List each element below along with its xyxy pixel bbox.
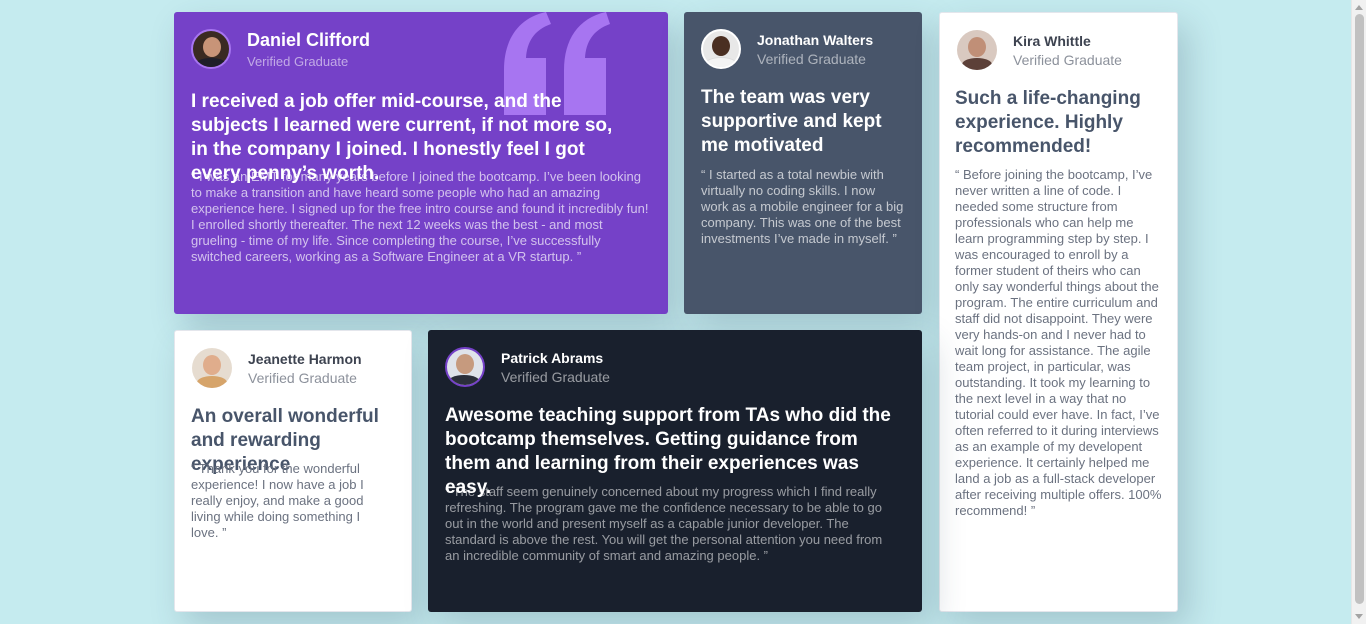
avatar: [445, 347, 485, 387]
author-daniel: Daniel Clifford Verified Graduate: [191, 29, 370, 69]
testimonial-headline: Such a life-changing experience. Highly …: [955, 88, 1141, 157]
testimonial-card-jonathan: Jonathan Walters Verified Graduate The t…: [684, 12, 922, 314]
author-jeanette: Jeanette Harmon Verified Graduate: [192, 348, 362, 388]
testimonial-body: “ Thank you for the wonderful experience…: [191, 461, 364, 540]
author-name: Daniel Clifford: [247, 29, 371, 50]
author-jonathan: Jonathan Walters Verified Graduate: [701, 29, 873, 69]
testimonial-body: “ Before joining the bootcamp, I’ve neve…: [955, 167, 1162, 518]
avatar: [192, 348, 232, 388]
scroll-up-icon[interactable]: [1355, 5, 1363, 10]
testimonial-card-daniel: Daniel Clifford Verified Graduate I rece…: [174, 12, 668, 314]
testimonial-card-kira: Kira Whittle Verified Graduate Such a li…: [939, 12, 1178, 612]
avatar: [957, 30, 997, 70]
author-name: Jeanette Harmon: [248, 350, 362, 367]
author-kira: Kira Whittle Verified Graduate: [957, 30, 1122, 70]
author-role: Verified Graduate: [501, 368, 610, 385]
testimonial-body: “ I started as a total newbie with virtu…: [701, 167, 904, 246]
avatar: [191, 29, 231, 69]
author-role: Verified Graduate: [1013, 51, 1122, 68]
author-name: Kira Whittle: [1013, 32, 1091, 49]
author-role: Verified Graduate: [247, 53, 349, 69]
avatar: [701, 29, 741, 69]
testimonial-card-patrick: Patrick Abrams Verified Graduate Awesome…: [428, 330, 922, 612]
testimonial-headline: The team was very supportive and kept me…: [701, 87, 882, 156]
testimonial-body: “ I was an EMT for many years before I j…: [191, 169, 649, 264]
testimonial-body: “ The staff seem genuinely concerned abo…: [445, 484, 883, 563]
scrollbar-thumb[interactable]: [1355, 14, 1364, 604]
page-scrollbar[interactable]: [1351, 0, 1366, 624]
author-name: Patrick Abrams: [501, 349, 604, 366]
scroll-down-icon[interactable]: [1355, 614, 1363, 619]
author-role: Verified Graduate: [248, 369, 357, 386]
author-patrick: Patrick Abrams Verified Graduate: [445, 347, 610, 387]
author-name: Jonathan Walters: [757, 31, 874, 48]
testimonial-card-jeanette: Jeanette Harmon Verified Graduate An ove…: [174, 330, 412, 612]
author-role: Verified Graduate: [757, 50, 866, 67]
